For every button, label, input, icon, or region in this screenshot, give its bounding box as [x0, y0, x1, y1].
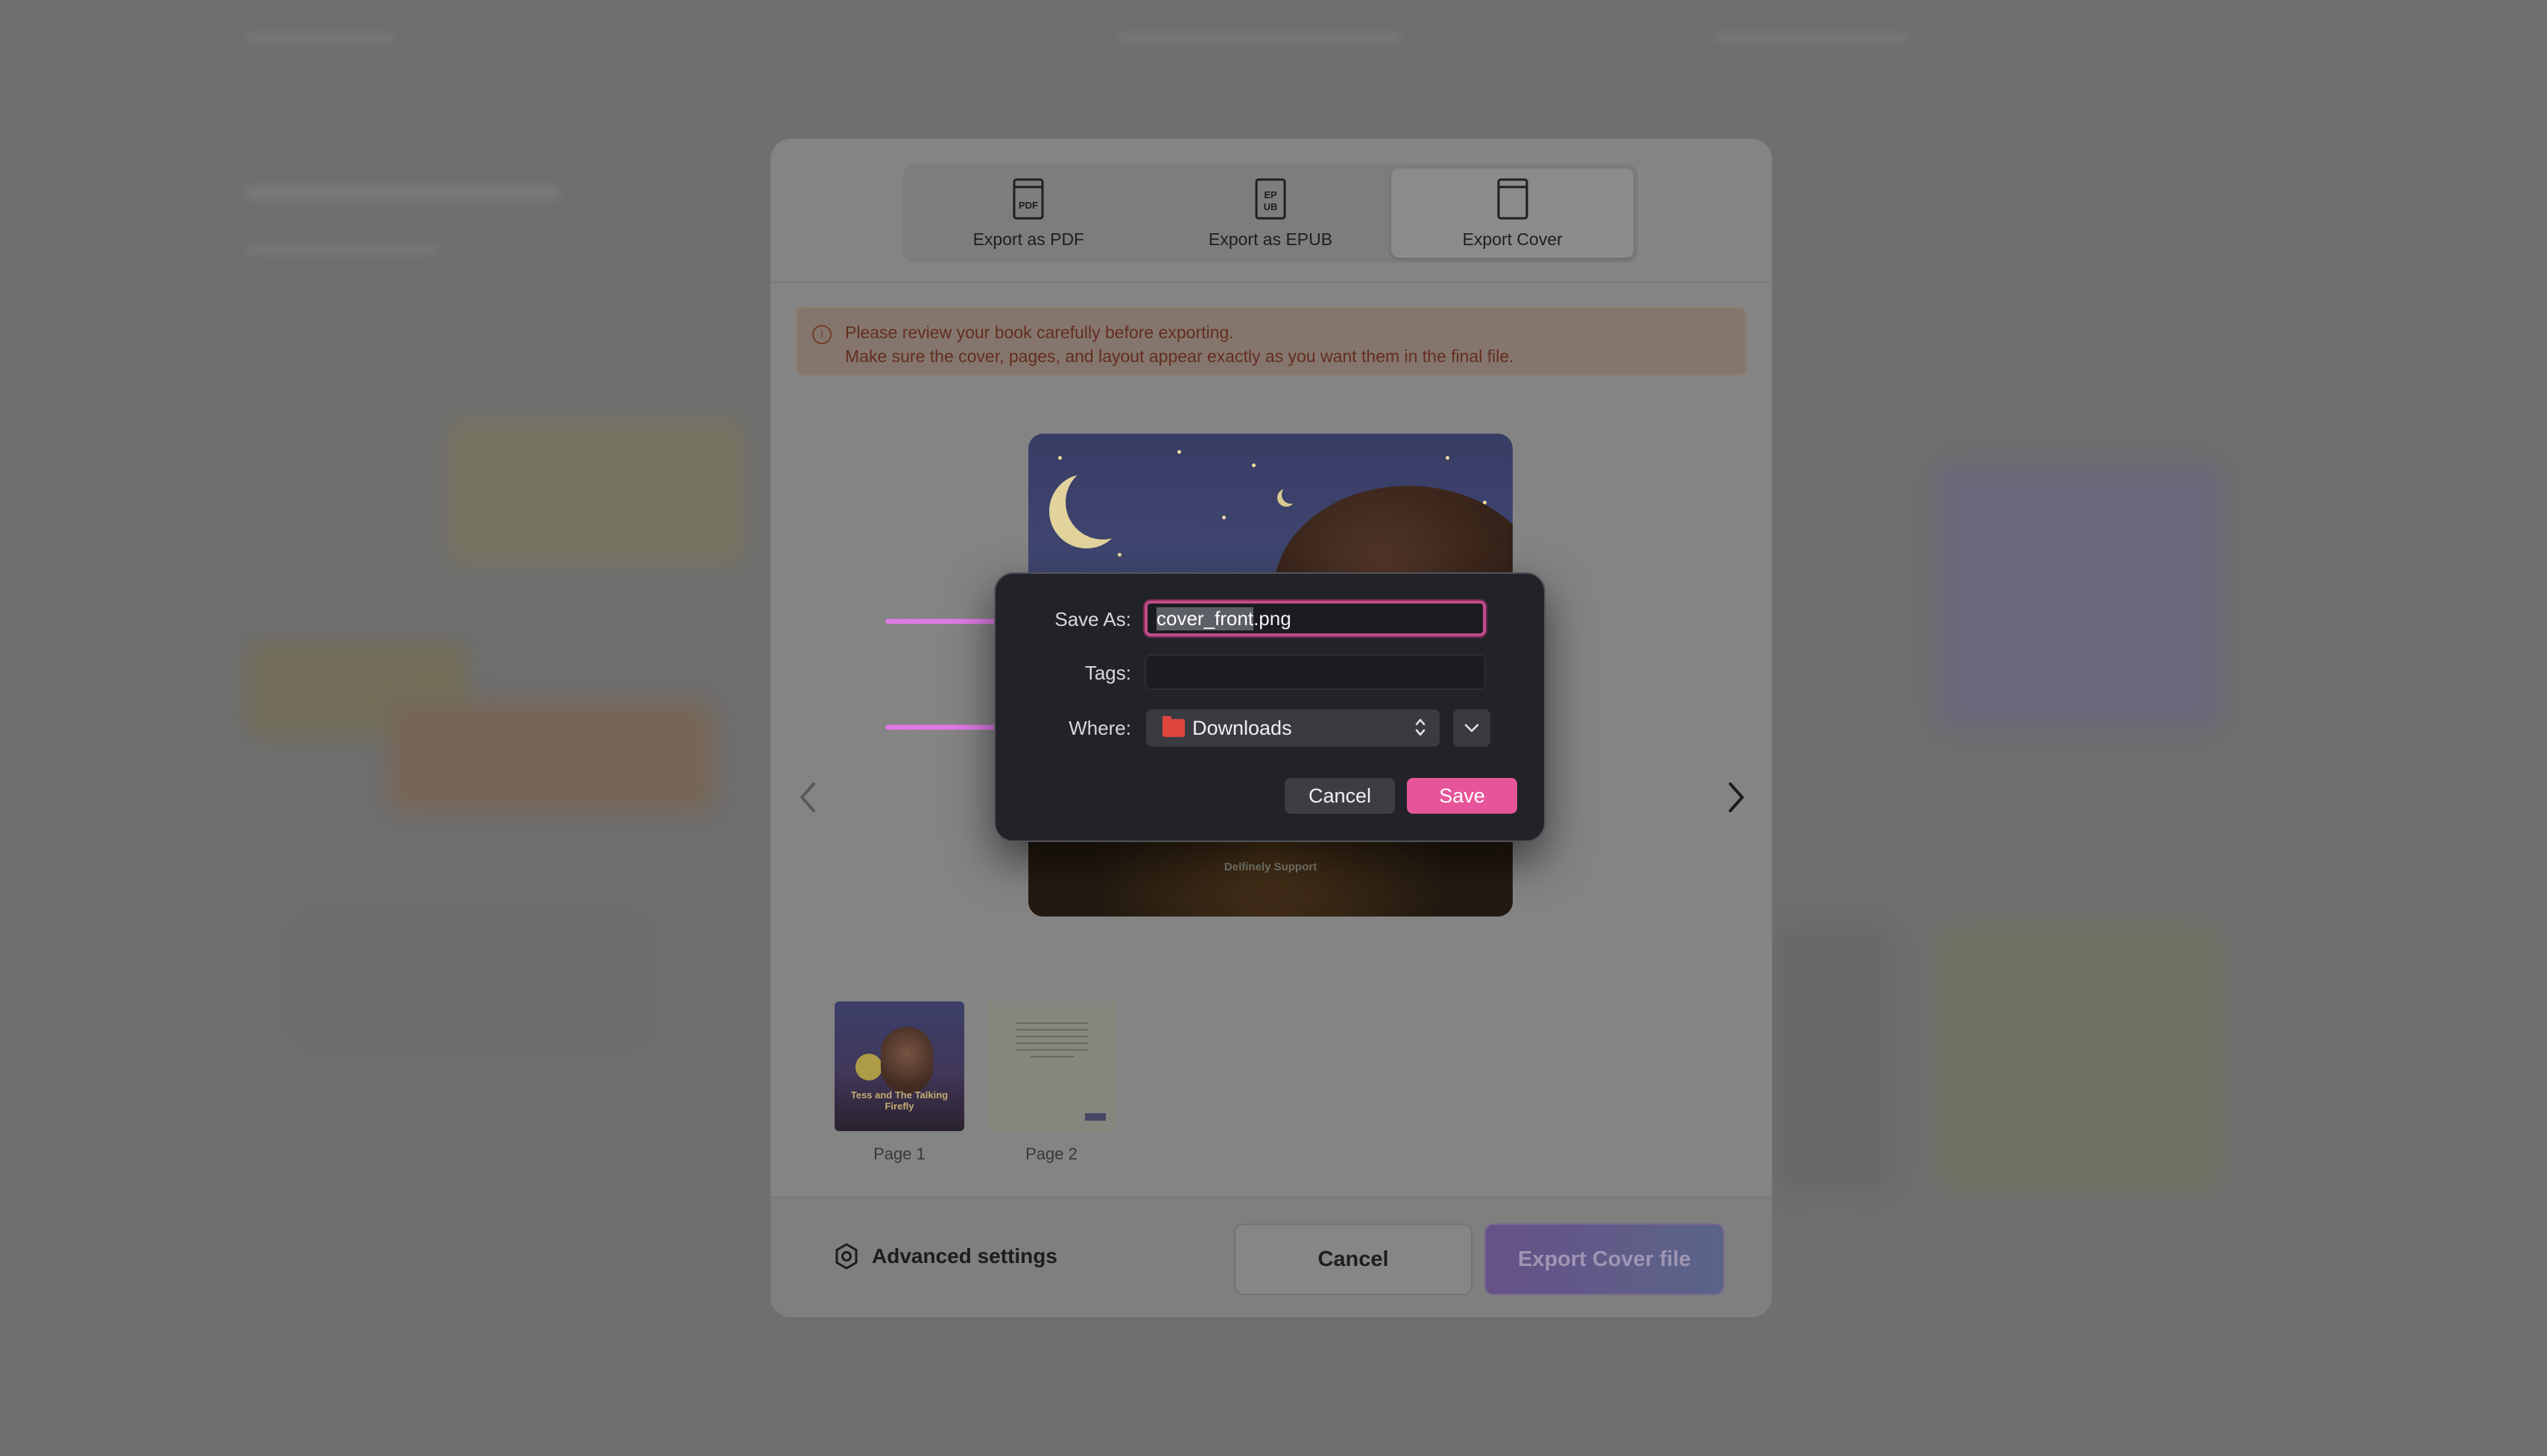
save-as-label: Save As: [1054, 608, 1131, 630]
filename-input[interactable]: cover_front .png [1145, 601, 1486, 636]
tags-label: Tags: [1084, 662, 1131, 684]
filename-extension: .png [1253, 607, 1291, 630]
expand-browser-button[interactable] [1453, 709, 1490, 747]
cancel-button[interactable]: Cancel [1285, 778, 1395, 814]
folder-icon [1162, 716, 1185, 737]
save-button[interactable]: Save [1407, 778, 1517, 814]
filename-selected-text: cover_front [1157, 607, 1254, 630]
chevron-down-icon [1464, 724, 1479, 732]
where-label: Where: [1069, 717, 1131, 739]
up-down-chevron-icon [1415, 718, 1426, 736]
where-value: Downloads [1192, 716, 1292, 739]
where-select[interactable]: Downloads [1146, 709, 1440, 747]
tags-input[interactable] [1145, 654, 1486, 690]
save-dialog: Save As: cover_front .png Tags: Where: Do… [994, 572, 1545, 842]
